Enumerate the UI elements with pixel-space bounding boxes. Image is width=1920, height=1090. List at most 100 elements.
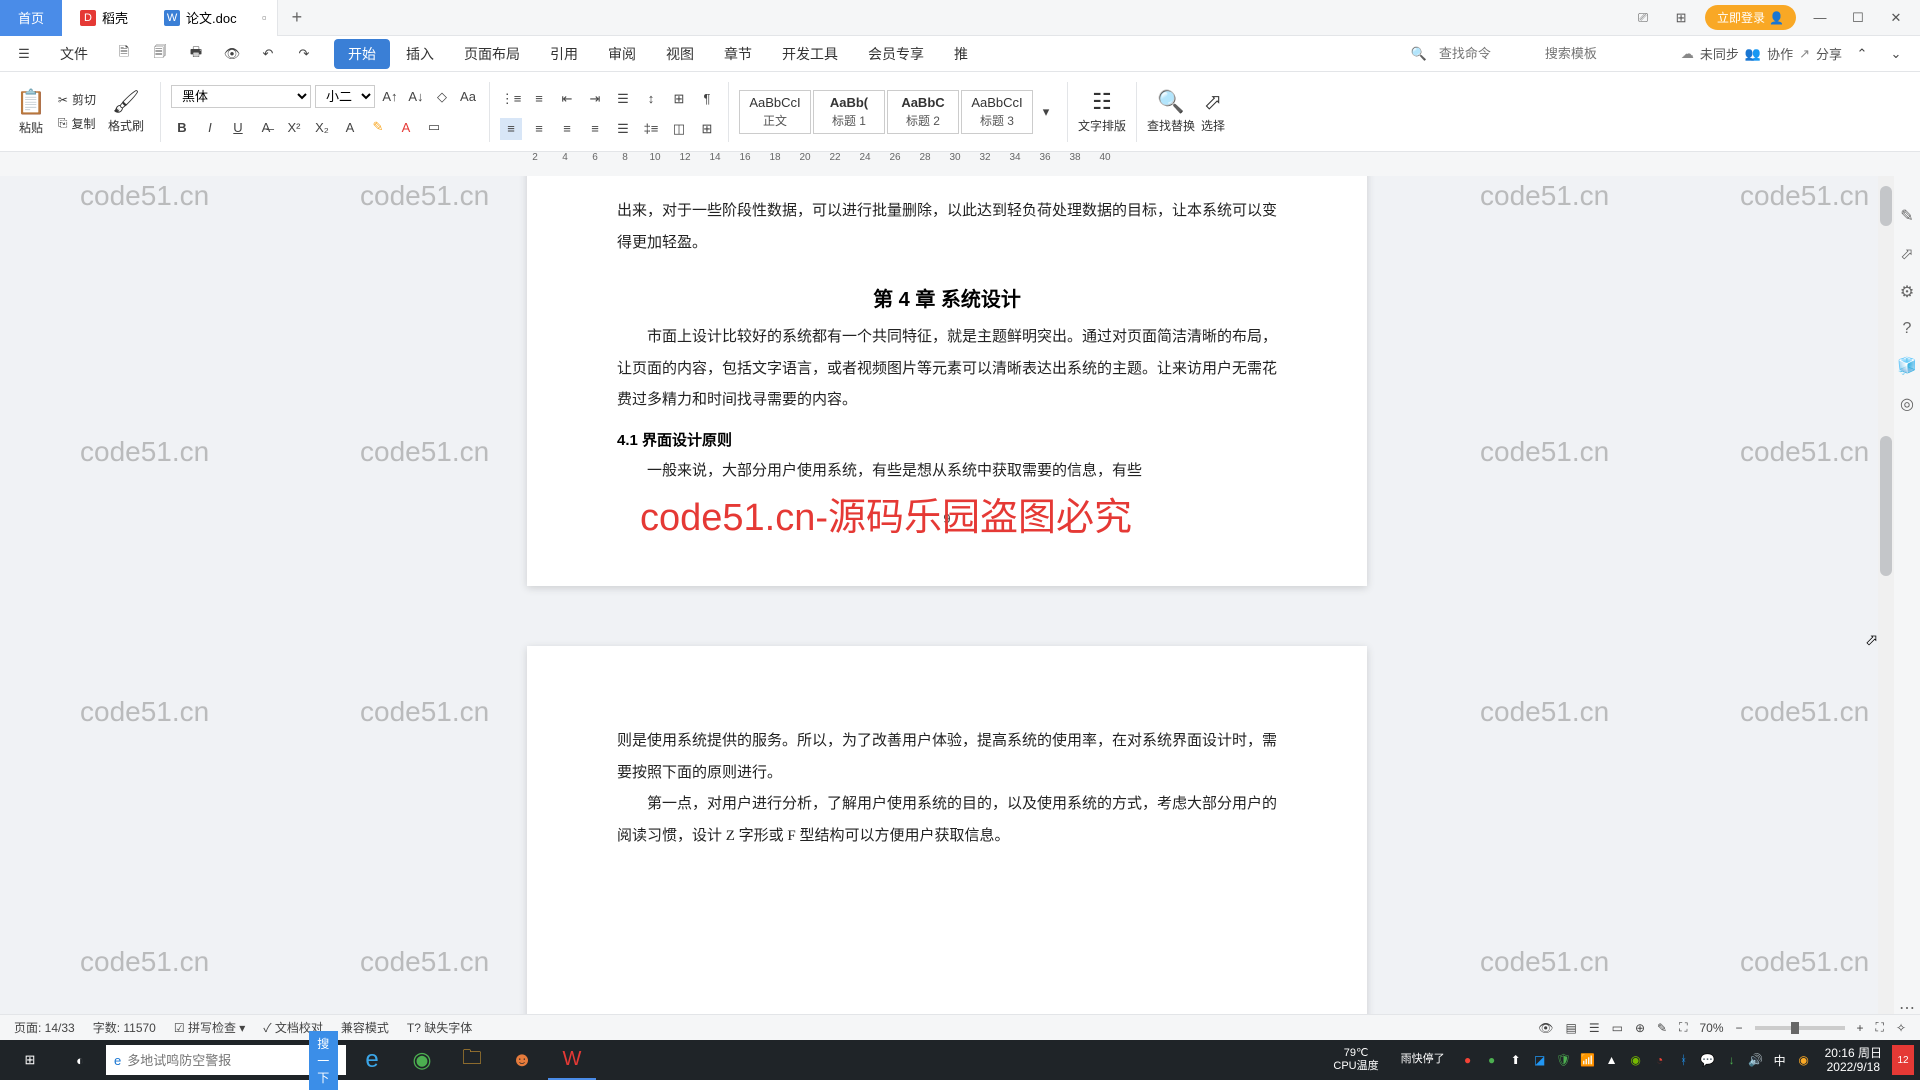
weather-widget2[interactable]: 雨快停了 [1391,1053,1455,1066]
tray-volume-icon[interactable]: 🔊 [1745,1045,1767,1075]
bold-button[interactable]: B [171,116,193,138]
print-icon[interactable]: 🖶 [182,40,210,68]
word-count[interactable]: 字数: 11570 [93,1019,156,1036]
tab-home[interactable]: 首页 [0,0,62,36]
zoom-level[interactable]: 70% [1699,1021,1723,1035]
share-icon[interactable]: ↗ [1799,46,1810,62]
expand-up-icon[interactable]: ⌃ [1848,40,1876,68]
border-icon[interactable]: ⊞ [696,118,718,140]
weather-widget[interactable]: 79℃ CPU温度 [1323,1047,1388,1073]
save-icon[interactable]: 🗎 [110,40,138,68]
close-button[interactable]: ✕ [1882,4,1910,32]
tray-bluetooth-icon[interactable]: ᚼ [1673,1045,1695,1075]
copilot-icon[interactable]: ◐ [56,1040,104,1080]
eye-protect-icon[interactable]: 👁 [1538,1021,1553,1035]
missing-font-button[interactable]: T? 缺失字体 [407,1019,472,1036]
text-effect-button[interactable]: A [339,116,361,138]
paste-button[interactable]: 📋粘贴 [16,88,46,136]
taskbar-clock[interactable]: 20:16 周日 2022/9/18 [1817,1046,1890,1075]
menu-tab-reference[interactable]: 引用 [536,39,592,69]
search-template-input[interactable] [1539,43,1639,64]
fit-width-icon[interactable]: ⛶ [1679,1020,1687,1035]
print-preview-icon[interactable]: 👁 [218,40,246,68]
view-page-icon[interactable]: ▤ [1565,1021,1576,1035]
tray-icon[interactable]: ↓ [1721,1045,1743,1075]
taskbar-search-input[interactable] [127,1053,303,1068]
layout-mode-icon[interactable]: ⎚ [1629,4,1657,32]
highlight-button[interactable]: ✎ [367,116,389,138]
show-marks-icon[interactable]: ¶ [696,88,718,110]
cut-button[interactable]: ✂剪切 [58,89,96,110]
doc-heading-section[interactable]: 4.1 界面设计原则 [617,429,1277,450]
expand-down-icon[interactable]: ⌄ [1882,40,1910,68]
line-spacing-icon[interactable]: ↕ [640,88,662,110]
zoom-slider[interactable] [1755,1026,1845,1030]
typeset-button[interactable]: ☷文字排版 [1078,89,1126,134]
bullet-list-icon[interactable]: ⋮≡ [500,88,522,110]
tray-icon[interactable]: ◉ [1793,1045,1815,1075]
align-right-icon[interactable]: ≡ [556,118,578,140]
change-case-icon[interactable]: Aa [457,86,479,108]
task-explorer-icon[interactable]: 🗀 [448,1040,496,1080]
redo-icon[interactable]: ↷ [290,40,318,68]
taskbar-search-button[interactable]: 搜一下 [309,1031,338,1090]
menu-tab-insert[interactable]: 插入 [392,39,448,69]
align-distribute-icon[interactable]: ☰ [612,118,634,140]
scroll-thumb[interactable] [1880,186,1892,226]
format-brush-button[interactable]: 🖌格式刷 [108,89,144,134]
page[interactable]: 则是使用系统提供的服务。所以，为了改善用户体验，提高系统的使用率，在对系统界面设… [527,646,1367,1028]
doc-paragraph[interactable]: 出来，对于一些阶段性数据，可以进行批量删除，以此达到轻负荷处理数据的目标，让本系… [617,196,1277,259]
styles-more-icon[interactable]: ▾ [1035,101,1057,123]
style-heading3[interactable]: AaBbCcI标题 3 [961,90,1033,134]
menu-tab-devtools[interactable]: 开发工具 [768,39,852,69]
font-color-button[interactable]: A [395,116,417,138]
menu-tab-layout[interactable]: 页面布局 [450,39,534,69]
hamburger-icon[interactable]: ☰ [10,40,38,68]
underline-button[interactable]: U [227,116,249,138]
strike-button[interactable]: A̶ [255,116,277,138]
task-wps-icon[interactable]: W [548,1040,596,1080]
maximize-button[interactable]: ☐ [1844,4,1872,32]
start-button[interactable]: ⊞ [6,1040,54,1080]
menu-tab-more[interactable]: 推 [940,39,982,69]
indent-icon[interactable]: ⇥ [584,88,606,110]
pen-tool-icon[interactable]: ✎ [1900,206,1913,226]
unsync-label[interactable]: 未同步 [1700,44,1739,63]
style-normal[interactable]: AaBbCcI正文 [739,90,811,134]
tray-ime-icon[interactable]: 中 [1769,1045,1791,1075]
zoom-slider-thumb[interactable] [1791,1022,1799,1034]
superscript-button[interactable]: X² [283,116,305,138]
spellcheck-toggle[interactable]: ☑ 拼写检查 ▾ [174,1019,245,1036]
font-name-select[interactable]: 黑体 [171,85,311,108]
target-tool-icon[interactable]: ◎ [1900,394,1914,414]
outdent-icon[interactable]: ⇤ [556,88,578,110]
style-heading1[interactable]: AaBb(标题 1 [813,90,885,134]
copy-button[interactable]: ⎘复制 [58,113,96,134]
fullscreen-icon[interactable]: ⛶ [1876,1020,1884,1035]
help-tool-icon[interactable]: ? [1903,320,1912,338]
font-size-select[interactable]: 小二 [315,85,375,108]
italic-button[interactable]: I [199,116,221,138]
task-app1-icon[interactable]: ☻ [498,1040,546,1080]
view-outline-icon[interactable]: ☰ [1589,1021,1600,1035]
search-icon[interactable]: 🔍 [1411,46,1427,62]
doc-paragraph[interactable]: 则是使用系统提供的服务。所以，为了改善用户体验，提高系统的使用率，在对系统界面设… [617,726,1277,789]
clear-format-icon[interactable]: ◇ [431,86,453,108]
settings-tool-icon[interactable]: ⚙ [1900,282,1914,302]
tray-wifi-icon[interactable]: 📶 [1577,1045,1599,1075]
coop-label[interactable]: 协作 [1767,44,1793,63]
scroll-thumb[interactable] [1880,436,1892,576]
best-fit-icon[interactable]: ✧ [1896,1021,1906,1035]
doc-heading-chapter[interactable]: 第 4 章 系统设计 [617,283,1277,312]
style-heading2[interactable]: AaBbC标题 2 [887,90,959,134]
file-menu[interactable]: 文件 [46,39,102,69]
doc-paragraph[interactable]: 市面上设计比较好的系统都有一个共同特征，就是主题鲜明突出。通过对页面简洁清晰的布… [617,322,1277,417]
grow-font-icon[interactable]: A↑ [379,86,401,108]
find-replace-button[interactable]: 🔍查找替换 [1147,89,1195,134]
zoom-in-button[interactable]: + [1857,1021,1864,1035]
tab-dropdown-icon[interactable]: ▫ [262,10,267,25]
char-border-button[interactable]: ▭ [423,116,445,138]
tab-new-button[interactable]: + [278,7,317,28]
subscript-button[interactable]: X₂ [311,116,333,138]
doc-paragraph[interactable]: 第一点，对用户进行分析，了解用户使用系统的目的，以及使用系统的方式，考虑大部分用… [617,789,1277,852]
